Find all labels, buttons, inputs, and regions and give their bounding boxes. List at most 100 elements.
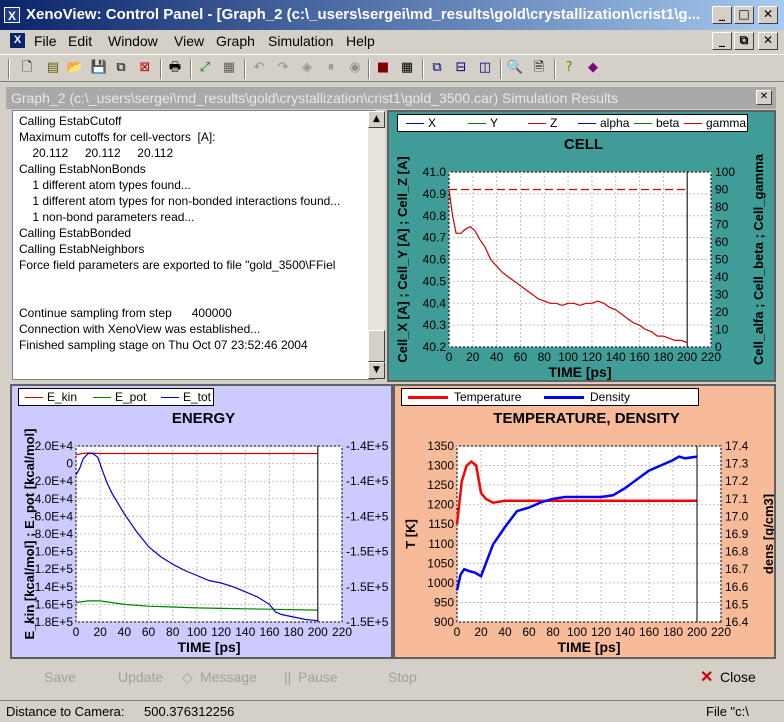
pause-icon[interactable]: ⏸ — [322, 59, 340, 77]
scroll-up-icon[interactable]: ▲ — [368, 111, 385, 128]
y2-tick-label: 17.1 — [725, 492, 749, 506]
y2-tick-label: -1.4E+5 — [346, 474, 389, 488]
x-tick-label: 0 — [73, 625, 80, 639]
x-tick-label: 100 — [567, 625, 587, 639]
y2-axis-label: Cell_alfa ; Cell_beta ; Cell_gamma — [751, 153, 766, 365]
status-file: File "c:\ — [706, 704, 749, 719]
undo-icon[interactable]: ↶ — [250, 59, 268, 77]
close-button[interactable]: Close — [720, 669, 756, 685]
restore-icon[interactable]: □ — [734, 6, 754, 24]
x-tick-label: 80 — [166, 625, 180, 639]
legend-swatch — [634, 123, 652, 124]
y-tick-label: -1.8E+5 — [31, 615, 74, 629]
axes-icon[interactable]: ⤢ — [196, 59, 214, 77]
child-title-bar: Graph_2 (c:\_users\sergei\md_results\gol… — [6, 87, 776, 109]
x-tick-label: 60 — [514, 350, 528, 364]
about-icon[interactable]: ◆ — [584, 59, 602, 77]
help-icon[interactable]: ? — [560, 59, 578, 77]
menu-simulation[interactable]: Simulation — [268, 33, 333, 49]
message-button[interactable]: Message — [200, 669, 257, 685]
log-line: Continue sampling from step 400000 — [19, 306, 232, 320]
y-tick-label: 0 — [66, 457, 73, 471]
x-tick-label: 140 — [606, 350, 626, 364]
legend-swatch — [406, 123, 424, 124]
xenoview-icon[interactable]: X — [4, 7, 20, 23]
stop-button[interactable]: Stop — [388, 669, 417, 685]
pause-button[interactable]: Pause — [298, 669, 338, 685]
image-icon[interactable]: ■ — [374, 59, 392, 77]
y-tick-label: -6.0E+4 — [31, 509, 74, 523]
tile-horizontal-icon[interactable]: ⊟ — [452, 59, 470, 77]
new-window-icon[interactable]: ▤ — [44, 59, 62, 77]
close-icon[interactable]: ✕ — [758, 6, 778, 24]
preview-icon[interactable]: 🗎 — [530, 59, 548, 77]
scroll-down-icon[interactable]: ▼ — [368, 362, 385, 379]
document-icon[interactable]: X — [10, 33, 25, 48]
child-window-title: Graph_2 (c:\_users\sergei\md_results\gol… — [11, 90, 618, 106]
menu-graph[interactable]: Graph — [216, 33, 255, 49]
close-doc-icon[interactable]: ⊠ — [136, 59, 154, 77]
move-icon[interactable]: ◈ — [298, 59, 316, 77]
print-icon[interactable]: 🖶 — [166, 59, 184, 77]
menu-view[interactable]: View — [174, 33, 204, 49]
camera-icon[interactable]: ◉ — [346, 59, 364, 77]
mdi-close-icon[interactable]: ✕ — [758, 32, 778, 50]
x-tick-label: 180 — [663, 625, 683, 639]
y-tick-label: 40.7 — [423, 231, 447, 245]
legend-swatch — [93, 397, 111, 398]
y-tick-label: 40.6 — [423, 253, 447, 267]
menu-bar: X File Edit Window View Graph Simulation… — [0, 30, 784, 52]
legend-entry: gamma — [706, 116, 747, 130]
grid-chart-icon[interactable]: ▦ — [220, 59, 238, 77]
scroll-thumb[interactable] — [368, 330, 385, 362]
redo-icon[interactable]: ↷ — [274, 59, 292, 77]
log-scrollbar[interactable]: ▲ ▼ — [368, 111, 385, 379]
y-tick-label: 1300 — [427, 459, 454, 473]
menu-edit[interactable]: Edit — [68, 33, 92, 49]
x-tick-label: 40 — [490, 350, 504, 364]
close-icon[interactable]: ✕ — [756, 90, 772, 105]
x-tick-label: 60 — [522, 625, 536, 639]
log-line: Finished sampling stage on Thu Oct 07 23… — [19, 338, 308, 352]
log-line: Connection with XenoView was established… — [19, 322, 261, 336]
save-all-icon[interactable]: ⧉ — [112, 59, 130, 77]
minimize-icon[interactable]: _ — [712, 6, 732, 24]
pause-icon: || — [284, 669, 292, 685]
y-tick-label: 40.9 — [423, 187, 447, 201]
zoom-icon[interactable]: 🔍 — [506, 59, 524, 77]
y2-tick-label: 80 — [715, 200, 729, 214]
legend-entry: X — [428, 116, 437, 130]
log-line: 1 different atom types for non-bonded in… — [19, 194, 341, 208]
x-tick-label: 100 — [187, 625, 207, 639]
open-folder-icon[interactable]: 📂 — [66, 59, 84, 77]
x-tick-label: 40 — [498, 625, 512, 639]
window-title: XenoView: Control Panel - [Graph_2 (c:\_… — [26, 6, 701, 23]
save-button[interactable]: Save — [44, 669, 76, 685]
y2-tick-label: 50 — [715, 253, 729, 267]
new-icon[interactable]: 🗋 — [18, 59, 36, 77]
save-icon[interactable]: 💾 — [90, 59, 108, 77]
table-icon[interactable]: ▦ — [398, 59, 416, 77]
menu-window[interactable]: Window — [108, 33, 158, 49]
x-tick-label: 200 — [687, 625, 707, 639]
x-tick-label: 20 — [474, 625, 488, 639]
mdi-minimize-icon[interactable]: _ — [712, 32, 732, 50]
tile-vertical-icon[interactable]: ◫ — [476, 59, 494, 77]
temperature-density-legend: Temperature Density — [401, 388, 699, 406]
cascade-icon[interactable]: ⧉ — [428, 59, 446, 77]
x-tick-label: 20 — [466, 350, 480, 364]
x-tick-label: 120 — [591, 625, 611, 639]
x-tick-label: 80 — [538, 350, 552, 364]
log-pane[interactable]: Calling EstabCutoff Maximum cutoffs for … — [12, 110, 375, 380]
y-tick-label: 40.4 — [423, 296, 447, 310]
y2-tick-label: -1.5E+5 — [346, 545, 389, 559]
y2-tick-label: -1.4E+5 — [346, 439, 389, 453]
menu-file[interactable]: File — [34, 33, 57, 49]
menu-help[interactable]: Help — [346, 33, 375, 49]
mdi-restore-icon[interactable]: ⧉ — [734, 32, 754, 50]
y-tick-label: -8.0E+4 — [31, 527, 74, 541]
x-axis-label: TIME [ps] — [558, 639, 621, 655]
x-tick-label: 60 — [142, 625, 156, 639]
y-tick-label: 1150 — [428, 517, 454, 531]
update-button[interactable]: Update — [118, 669, 163, 685]
